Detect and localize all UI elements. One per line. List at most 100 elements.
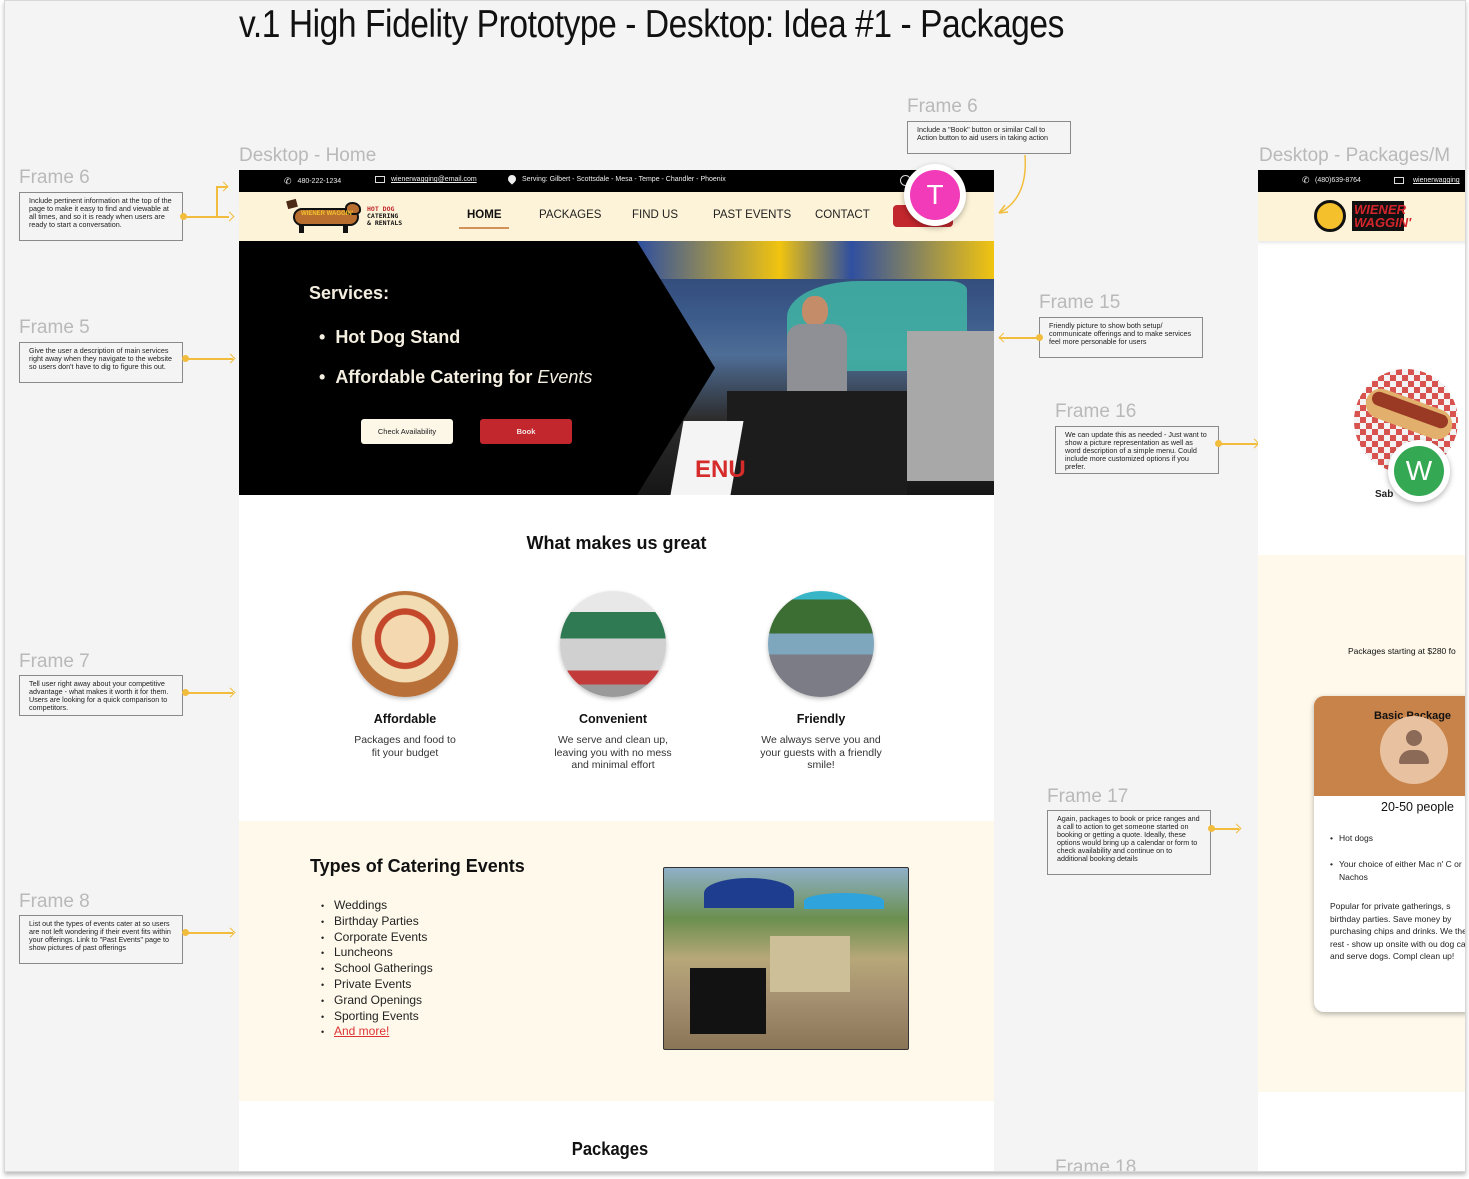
section-heading: What makes us great bbox=[526, 533, 707, 553]
avatar-initial: T bbox=[910, 170, 960, 220]
person-icon bbox=[1380, 716, 1448, 784]
nav-home[interactable]: HOME bbox=[467, 209, 502, 221]
email-link[interactable]: wienerwagging bbox=[1413, 177, 1460, 184]
services-heading: Services: bbox=[309, 283, 390, 303]
connector-line bbox=[216, 186, 218, 216]
feature-image-hotdog bbox=[352, 591, 458, 697]
list-item: Birthday Parties bbox=[321, 914, 433, 930]
frame-title-packages[interactable]: Desktop - Packages/M bbox=[1259, 145, 1450, 167]
connector-line bbox=[184, 216, 229, 218]
nav-packages[interactable]: PACKAGES bbox=[539, 209, 601, 221]
phone-number[interactable]: (480)639-8764 bbox=[1315, 177, 1361, 184]
list-item: Grand Openings bbox=[321, 993, 433, 1009]
map-pin-icon bbox=[506, 173, 518, 185]
annotation-note: Include a "Book" button or similar Call … bbox=[907, 121, 1071, 154]
bullet: • bbox=[1330, 859, 1333, 869]
frame-label[interactable]: Frame 8 bbox=[19, 891, 90, 913]
bullet: • bbox=[319, 367, 326, 387]
card-list-item: • Your choice of either Mac n' C or Nacho… bbox=[1330, 858, 1465, 883]
annotation-note: We can update this as needed - Just want… bbox=[1055, 426, 1219, 474]
main-navbar: WIENER WAGGIN' HOT DOG CATERING & RENTAL… bbox=[239, 192, 994, 241]
nav-contact[interactable]: CONTACT bbox=[815, 209, 870, 221]
card-list-item: • Hot dogs bbox=[1330, 833, 1373, 843]
logo-seal[interactable] bbox=[1314, 200, 1346, 232]
event-types-list: Weddings Birthday Parties Corporate Even… bbox=[321, 898, 433, 1040]
feature-image-cart bbox=[560, 591, 666, 697]
feature-description: We always serve you and your guests with… bbox=[760, 734, 882, 771]
arrow-head-icon bbox=[998, 332, 1009, 343]
logo-line: & RENTALS bbox=[367, 219, 403, 227]
bullet: • bbox=[319, 327, 326, 347]
email-link[interactable]: wienerwagging@email.com bbox=[391, 176, 477, 183]
arrow-head-icon bbox=[224, 211, 235, 222]
annotation-note: Include pertinent information at the top… bbox=[19, 192, 183, 241]
service-label-emphasis: Events bbox=[537, 367, 593, 387]
main-navbar: WIENER WAGGIN' bbox=[1258, 192, 1465, 241]
collaborator-avatar[interactable]: T bbox=[904, 164, 966, 226]
frame-label[interactable]: Frame 15 bbox=[1039, 292, 1120, 314]
types-of-events-section: Types of Catering Events Weddings Birthd… bbox=[239, 821, 994, 1101]
phone-number[interactable]: 480-222-1234 bbox=[298, 178, 342, 185]
annotation-note: Tell user right away about your competit… bbox=[19, 675, 183, 716]
contact-topbar: ✆ 480-222-1234 wienerwagging@email.com S… bbox=[239, 170, 994, 192]
mail-icon bbox=[375, 176, 385, 183]
hero-section: ENU Services: • Hot Dog Stand • Affordable… bbox=[239, 241, 994, 495]
active-nav-indicator bbox=[459, 227, 509, 229]
phone-icon: ✆ bbox=[1302, 175, 1310, 185]
check-availability-button[interactable]: Check Availability bbox=[361, 419, 453, 444]
logo-wordmark[interactable]: WIENER WAGGIN' bbox=[1352, 201, 1411, 231]
frame-label[interactable]: Frame 6 bbox=[907, 96, 978, 118]
list-item: School Gatherings bbox=[321, 961, 433, 977]
frame-label[interactable]: Frame 18 bbox=[1055, 1157, 1136, 1171]
basic-package-card[interactable]: Basic Package 20-50 people • Hot dogs • Yo… bbox=[1314, 696, 1466, 1012]
feature-description: Packages and food to fit your budget bbox=[354, 734, 456, 759]
hero-photo: ENU bbox=[637, 241, 994, 495]
frame-title-home[interactable]: Desktop - Home bbox=[239, 145, 376, 167]
list-item: Luncheons bbox=[321, 945, 433, 961]
feature-title: Friendly bbox=[796, 712, 846, 726]
frame-label[interactable]: Frame 5 bbox=[19, 317, 90, 339]
annotation-note: Friendly picture to show both setup/ com… bbox=[1039, 317, 1203, 358]
card-description: Popular for private gatherings, s birthd… bbox=[1330, 901, 1466, 961]
desktop-home-frame: ✆ 480-222-1234 wienerwagging@email.com S… bbox=[239, 170, 994, 1171]
book-button[interactable]: Book bbox=[480, 419, 572, 444]
logo-badge-text: WIENER WAGGIN' bbox=[301, 211, 354, 217]
frame-label[interactable]: Frame 16 bbox=[1055, 401, 1136, 423]
design-canvas: v.1 High Fidelity Prototype - Desktop: I… bbox=[4, 0, 1466, 1172]
feature-title: Affordable bbox=[373, 712, 437, 726]
frame-label[interactable]: Frame 6 bbox=[19, 167, 90, 189]
section-heading: Types of Catering Events bbox=[310, 856, 525, 876]
packages-starting-price: Packages starting at $280 fo bbox=[1348, 646, 1456, 656]
curved-connector bbox=[998, 154, 1027, 214]
service-label: Hot Dog Stand bbox=[335, 327, 461, 347]
bullet: • bbox=[1330, 833, 1333, 843]
frame-label[interactable]: Frame 7 bbox=[19, 651, 90, 673]
and-more-link[interactable]: And more! bbox=[334, 1024, 389, 1038]
annotation-note: Again, packages to book or price ranges … bbox=[1047, 810, 1211, 875]
service-label: Affordable Catering for bbox=[335, 367, 533, 387]
desktop-packages-frame: ✆ (480)639-8764 wienerwagging WIENER WAG… bbox=[1258, 170, 1466, 1171]
card-item-label: Your choice of either Mac n' C or Nachos bbox=[1338, 859, 1462, 882]
frame-label[interactable]: Frame 17 bbox=[1047, 786, 1128, 808]
feature-title: Convenient bbox=[578, 712, 648, 726]
card-people-range: 20-50 people bbox=[1381, 800, 1454, 814]
service-item: • Affordable Catering for Events bbox=[319, 367, 592, 388]
arrow-head-icon bbox=[225, 927, 236, 938]
logo[interactable]: WIENER WAGGIN' bbox=[286, 198, 365, 234]
annotation-note: List out the types of events cater at so… bbox=[19, 915, 183, 964]
collaborator-avatar[interactable]: W bbox=[1388, 440, 1450, 502]
event-photo bbox=[663, 867, 909, 1050]
list-item: Private Events bbox=[321, 977, 433, 993]
packages-section: Packages bbox=[239, 1101, 994, 1171]
nav-find-us[interactable]: FIND US bbox=[632, 209, 678, 221]
list-item: Corporate Events bbox=[321, 930, 433, 946]
feature-description: We serve and clean up, leaving you with … bbox=[554, 734, 672, 771]
arrow-head-icon bbox=[225, 687, 236, 698]
annotation-note: Give the user a description of main serv… bbox=[19, 342, 183, 383]
nav-past-events[interactable]: PAST EVENTS bbox=[713, 209, 791, 221]
list-item: Sporting Events bbox=[321, 1009, 433, 1025]
list-item: And more! bbox=[321, 1024, 433, 1040]
card-item-label: Hot dogs bbox=[1338, 833, 1374, 843]
avatar-initial: W bbox=[1394, 446, 1444, 496]
what-makes-us-great-section: What makes us great Affordable Packages … bbox=[239, 509, 994, 821]
